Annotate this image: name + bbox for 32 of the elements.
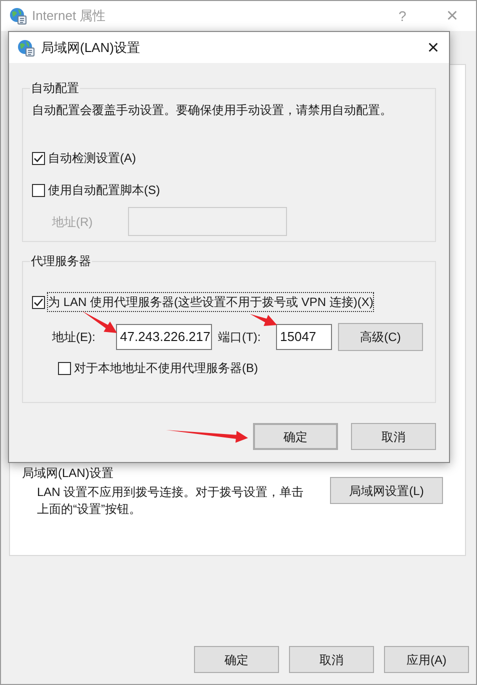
dialog-title: 局域网(LAN)设置 (41, 38, 140, 57)
checkbox[interactable] (32, 184, 45, 196)
description-text: LAN 设置不应用到拨号连接。对于拨号设置，单击上面的“设置”按钮。 (37, 484, 305, 518)
globe-icon (9, 7, 27, 25)
input-field[interactable]: 47.243.226.217 (116, 324, 212, 350)
checkbox-label[interactable]: 对于本地地址不使用代理服务器(B) (74, 359, 258, 377)
input-field[interactable]: 15047 (276, 324, 332, 350)
globe-icon (17, 38, 35, 56)
section-heading: 局域网(LAN)设置 (22, 465, 114, 482)
window-title: Internet 属性 (32, 7, 106, 26)
checkbox-label[interactable]: 为 LAN 使用代理服务器(这些设置不用于拨号或 VPN 连接)(X) (48, 293, 374, 311)
field-label: 地址(R) (52, 214, 94, 230)
button[interactable]: 高级(C) (338, 323, 423, 351)
checkbox[interactable] (58, 362, 71, 374)
annotation-arrow (250, 314, 277, 326)
button[interactable]: 取消 (289, 646, 374, 673)
group-legend: 自动配置 (30, 79, 80, 97)
description-text: 自动配置会覆盖手动设置。要确保使用手动设置，请禁用自动配置。 (32, 102, 393, 119)
field-label: 端口(T): (218, 329, 262, 346)
annotation-arrow (82, 311, 117, 333)
checkbox[interactable] (32, 296, 45, 308)
button[interactable]: 应用(A) (384, 646, 469, 673)
button[interactable]: 局域网设置(L) (330, 477, 443, 504)
button[interactable]: 确定 (253, 423, 338, 450)
checkbox[interactable] (32, 152, 45, 164)
checkbox-label[interactable]: 使用自动配置脚本(S) (48, 181, 160, 199)
button[interactable]: 取消 (351, 423, 436, 450)
field-label: 地址(E): (52, 329, 96, 346)
button[interactable]: 确定 (194, 646, 279, 673)
close-button[interactable]: × (427, 38, 439, 58)
group-legend: 代理服务器 (30, 252, 92, 270)
checkbox-label[interactable]: 自动检测设置(A) (48, 149, 136, 167)
